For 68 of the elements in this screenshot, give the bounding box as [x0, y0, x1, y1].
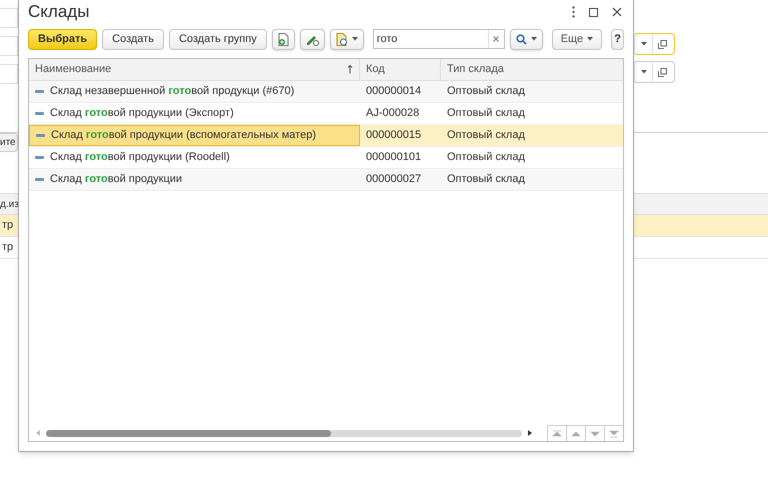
caret-icon [640, 70, 646, 74]
table-cell-text: 000000101 [366, 150, 422, 166]
document-plus-icon [278, 32, 289, 46]
open-window-icon[interactable] [658, 40, 667, 48]
copy-button[interactable] [272, 28, 295, 50]
more-vertical-icon[interactable] [572, 6, 575, 18]
create-group-button[interactable]: Создать группу [168, 28, 267, 50]
tab-label[interactable]: ите [0, 133, 18, 152]
table-cell-text: AJ-000028 [366, 106, 420, 122]
table-cell-text: тр [2, 240, 14, 256]
table-cell-text: Оптовый склад [447, 172, 525, 188]
search-button[interactable] [510, 28, 543, 50]
scroll-right-icon[interactable] [528, 430, 532, 436]
table-cell-text: Оптовый склад [447, 128, 525, 144]
edit-button[interactable] [300, 28, 325, 50]
caret-icon [587, 37, 594, 41]
table-row[interactable]: Склад готовой продукции 000000027 Оптовый склад [29, 169, 623, 191]
item-icon [35, 90, 44, 93]
table-cell-text: 000000015 [366, 128, 422, 144]
table-cell-text: 000000027 [366, 172, 422, 188]
caret-icon [640, 42, 646, 46]
maximize-icon[interactable] [589, 8, 598, 16]
table-cell-text: 000000014 [366, 84, 422, 100]
column-header[interactable]: Наименование [29, 59, 360, 80]
scroll-bottom-icon [609, 430, 619, 438]
search-icon [516, 34, 527, 44]
table-cell-text: Оптовый склад [447, 150, 525, 166]
arrow-up-icon [571, 430, 581, 438]
scroll-top-icon [552, 430, 562, 438]
column-header[interactable]: Тип склада [441, 59, 623, 80]
more-button[interactable]: Еще [552, 28, 602, 50]
table-cell-text: Склад готовой продукции [50, 172, 182, 188]
window-title: Склады [28, 1, 90, 24]
table-cell-text: Склад готовой продукции (Экспорт) [50, 106, 234, 122]
choose-button[interactable]: Выбрать [28, 28, 98, 50]
item-icon [36, 134, 45, 137]
table-cell-text: Склад готовой продукции (Roodell) [50, 150, 230, 166]
table-cell-text: Оптовый склад [447, 106, 525, 122]
scroll-up-button[interactable] [566, 425, 585, 441]
help-button[interactable]: ? [611, 28, 624, 50]
table-cell-text: Оптовый склад [447, 84, 525, 100]
item-icon [35, 156, 44, 159]
scroll-down-button[interactable] [585, 425, 604, 441]
scroll-top-button[interactable] [547, 425, 566, 441]
combo-field[interactable] [633, 61, 675, 83]
sort-arrow-icon [347, 65, 353, 74]
column-header: д.из [0, 198, 19, 212]
create-button[interactable]: Создать [102, 28, 164, 50]
table-cell-text: тр [2, 218, 14, 234]
caret-icon [530, 37, 537, 41]
caret-icon [352, 37, 358, 41]
mark-deletion-button[interactable] [330, 28, 364, 50]
table-cell-text: Склад незавершенной готовой продукци (#670) [50, 84, 294, 100]
item-icon [35, 112, 44, 115]
clear-icon[interactable] [493, 36, 500, 42]
item-icon [35, 178, 44, 181]
table-cell-text: Склад готовой продукции (вспомогательных матер) [51, 128, 316, 144]
column-header[interactable]: Код [360, 59, 441, 80]
document-clock-icon [336, 32, 348, 46]
search-field[interactable]: гото [372, 29, 505, 49]
horizontal-scrollbar[interactable] [46, 430, 522, 436]
scroll-bottom-button[interactable] [604, 425, 623, 441]
table-row[interactable]: Склад незавершенной готовой продукци (#670) 000000014 Оптовый склад [29, 81, 623, 103]
table-row[interactable]: Склад готовой продукции (вспомогательных матер) 000000015 Оптовый склад [29, 125, 623, 147]
combo-field[interactable] [633, 33, 675, 55]
arrow-down-icon [590, 430, 600, 438]
close-icon[interactable] [612, 7, 622, 17]
open-window-icon[interactable] [658, 68, 667, 76]
